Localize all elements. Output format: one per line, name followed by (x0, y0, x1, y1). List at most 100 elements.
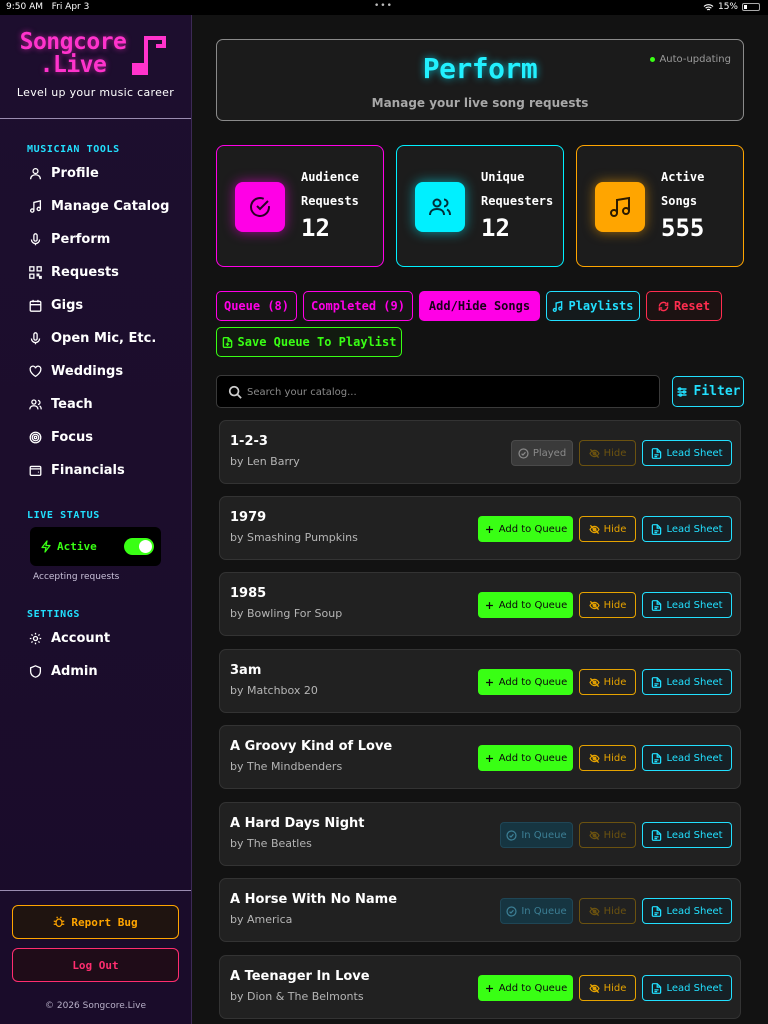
lead-sheet-button[interactable]: Lead Sheet (642, 592, 732, 618)
sidebar-item-label: Gigs (51, 297, 84, 313)
hide-button[interactable]: Hide (579, 516, 636, 542)
add-to-queue-button[interactable]: Add to Queue (478, 745, 573, 771)
lead-sheet-button[interactable]: Lead Sheet (642, 745, 732, 771)
stat-label: Active Songs (661, 170, 705, 208)
sidebar-item-label: Account (51, 630, 111, 646)
lead-sheet-button[interactable]: Lead Sheet (642, 516, 732, 542)
sidebar-item-open-mic[interactable]: Open Mic, Etc. (29, 328, 156, 348)
save-queue-to-playlist-button[interactable]: Save Queue To Playlist (216, 327, 402, 357)
reset-button[interactable]: Reset (646, 291, 722, 321)
tab-add-hide-songs[interactable]: Add/Hide Songs (419, 291, 540, 321)
search-input[interactable] (247, 382, 647, 402)
stat-value: 555 (661, 214, 705, 242)
qr-code-icon (29, 265, 42, 279)
multitask-dots-icon[interactable]: ••• (374, 1, 393, 11)
song-title: A Hard Days Night (230, 816, 365, 831)
sidebar-item-profile[interactable]: Profile (29, 163, 99, 183)
lead-sheet-button[interactable]: Lead Sheet (642, 440, 732, 466)
tab-completed[interactable]: Completed (9) (303, 291, 413, 321)
copyright-text: © 2026 Songcore.Live (45, 1001, 146, 1011)
live-status-heading: LIVE STATUS (27, 510, 100, 521)
hide-button[interactable]: Hide (579, 975, 636, 1001)
eye-off-icon (588, 906, 600, 916)
battery-percent: 15% (717, 2, 738, 12)
status-bar: 9:50 AM Fri Apr 3 ••• 15% (0, 0, 768, 15)
song-row: 3am by Matchbox 20 Add to Queue Hide Lead Sh… (219, 649, 741, 713)
plus-icon (485, 601, 493, 609)
hide-button[interactable]: Hide (579, 669, 636, 695)
song-title: 1-2-3 (230, 434, 268, 449)
logo-area[interactable]: Songcore .Live Level up your music caree… (0, 15, 191, 119)
eye-off-icon (588, 600, 600, 610)
add-to-queue-button[interactable]: Add to Queue (478, 669, 573, 695)
hide-button[interactable]: Hide (579, 592, 636, 618)
song-row: A Hard Days Night by The Beatles In Queue H… (219, 802, 741, 866)
add-to-queue-button[interactable]: Add to Queue (478, 516, 573, 542)
hide-button: Hide (579, 822, 636, 848)
filter-button[interactable]: Filter (672, 376, 744, 407)
page-title: Perform (422, 52, 538, 85)
report-bug-button[interactable]: Report Bug (12, 905, 179, 939)
lead-sheet-button[interactable]: Lead Sheet (642, 898, 732, 924)
eye-off-icon (588, 448, 600, 458)
microphone-icon (30, 232, 41, 245)
song-artist: by Dion & The Belmonts (230, 990, 364, 1003)
perform-header-card: Auto-updating Perform Manage your live s… (216, 39, 744, 121)
sidebar-item-label: Admin (51, 663, 98, 679)
lead-sheet-button[interactable]: Lead Sheet (642, 975, 732, 1001)
gear-icon (29, 632, 42, 644)
lead-sheet-button[interactable]: Lead Sheet (642, 669, 732, 695)
lightning-icon (41, 540, 51, 553)
song-title: A Horse With No Name (230, 892, 398, 907)
add-to-queue-button[interactable]: Add to Queue (478, 592, 573, 618)
music-note-icon (553, 300, 563, 312)
sidebar-item-label: Weddings (51, 363, 124, 379)
logo-music-note-icon (132, 36, 166, 75)
sidebar-item-financials[interactable]: Financials (29, 460, 125, 480)
sidebar-item-label: Open Mic, Etc. (51, 330, 157, 346)
live-status-panel: Active (30, 527, 161, 566)
sidebar-item-focus[interactable]: Focus (29, 427, 93, 447)
tab-queue[interactable]: Queue (8) (216, 291, 297, 321)
calendar-icon (29, 299, 42, 312)
sidebar-item-perform[interactable]: Perform (29, 229, 110, 249)
stat-value: 12 (481, 214, 510, 242)
song-row: A Groovy Kind of Love by The Mindbenders A… (219, 725, 741, 789)
in-queue-status-button: In Queue (500, 822, 573, 848)
sidebar-item-gigs[interactable]: Gigs (29, 295, 83, 315)
sidebar-item-manage-catalog[interactable]: Manage Catalog (29, 196, 169, 216)
sidebar-item-teach[interactable]: Teach (29, 394, 93, 414)
sidebar-item-admin[interactable]: Admin (29, 661, 98, 681)
status-time: 9:50 AM Fri Apr 3 (6, 2, 90, 12)
stat-value: 12 (301, 214, 330, 242)
hide-button[interactable]: Hide (579, 745, 636, 771)
logout-button[interactable]: Log Out (12, 948, 179, 982)
wifi-icon (703, 3, 714, 10)
song-row: 1985 by Bowling For Soup Add to Queue Hide L… (219, 572, 741, 636)
song-artist: by The Beatles (230, 837, 312, 850)
users-icon (415, 182, 465, 232)
stat-label: Unique Requesters (481, 170, 554, 208)
song-title: 1985 (230, 586, 267, 601)
stat-unique-requesters: Unique Requesters 12 (396, 145, 564, 267)
users-icon (29, 398, 42, 409)
live-status-toggle[interactable] (124, 538, 154, 555)
playlists-button[interactable]: Playlists (546, 291, 640, 321)
add-to-queue-button[interactable]: Add to Queue (478, 975, 573, 1001)
user-icon (29, 167, 42, 179)
sidebar-item-label: Profile (51, 165, 99, 181)
sidebar-item-account[interactable]: Account (29, 628, 110, 648)
stat-active-songs: Active Songs 555 (576, 145, 744, 267)
file-text-icon (652, 905, 662, 917)
lead-sheet-button[interactable]: Lead Sheet (642, 822, 732, 848)
song-artist: by The Mindbenders (230, 760, 343, 773)
plus-icon (485, 984, 493, 992)
sidebar-item-weddings[interactable]: Weddings (29, 361, 123, 381)
file-text-icon (652, 676, 662, 688)
stat-audience-requests: Audience Requests 12 (216, 145, 384, 267)
song-title: A Groovy Kind of Love (230, 739, 393, 754)
bug-icon (54, 916, 65, 928)
sidebar-item-requests[interactable]: Requests (29, 262, 119, 282)
song-row: A Teenager In Love by Dion & The Belmonts… (219, 955, 741, 1019)
song-artist: by America (230, 913, 293, 926)
